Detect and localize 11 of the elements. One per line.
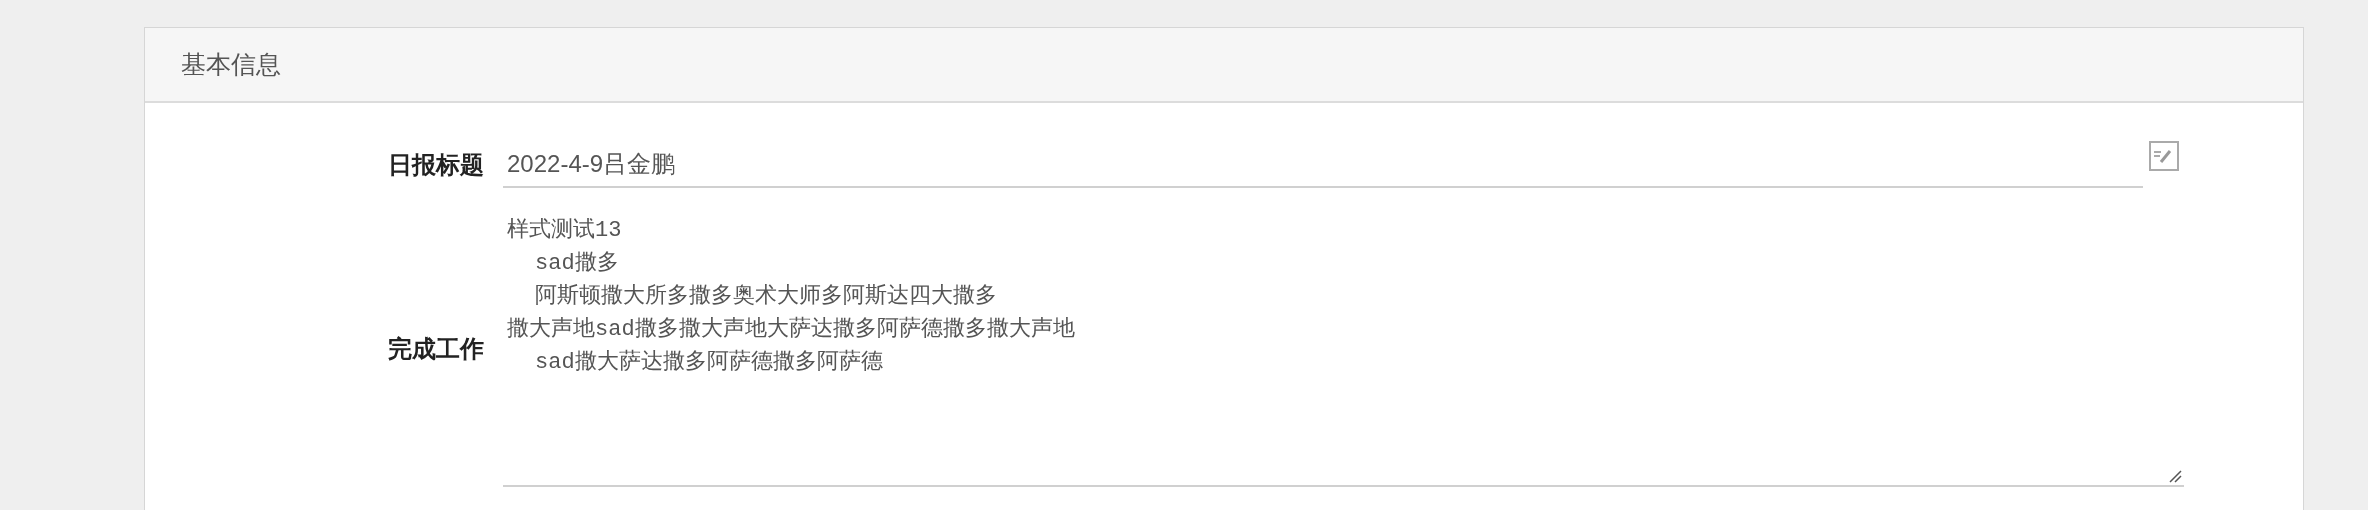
text-line: sad撒多: [534, 250, 619, 278]
text-area[interactable]: 样式测试13 sad撒多 阿斯顿撒大所多撒多奥术大师多阿斯达四大撒多 撒大声地sad撒多撒大声地大萨达撒多阿萨德撒多撒大声地 sad撒大萨达撒多阿萨德撒多阿萨德: [503, 210, 2184, 487]
edit-icon[interactable]: [2149, 141, 2179, 171]
field-label: 完成工作: [387, 332, 485, 365]
text-line: sad撒大萨达撒多阿萨德撒多阿萨德: [534, 348, 883, 377]
panel-title: 基本信息: [181, 49, 281, 81]
text-line: 撒大声地sad撒多撒大声地大萨达撒多阿萨德撒多撒大声地: [507, 315, 1075, 344]
text-line: 阿斯顿撒大所多撒多奥术大师多阿斯达四大撒多: [534, 283, 997, 311]
text-line: 样式测试13: [507, 217, 622, 245]
resize-handle-icon[interactable]: [2168, 469, 2182, 483]
field-label: 日报标题: [387, 149, 485, 181]
